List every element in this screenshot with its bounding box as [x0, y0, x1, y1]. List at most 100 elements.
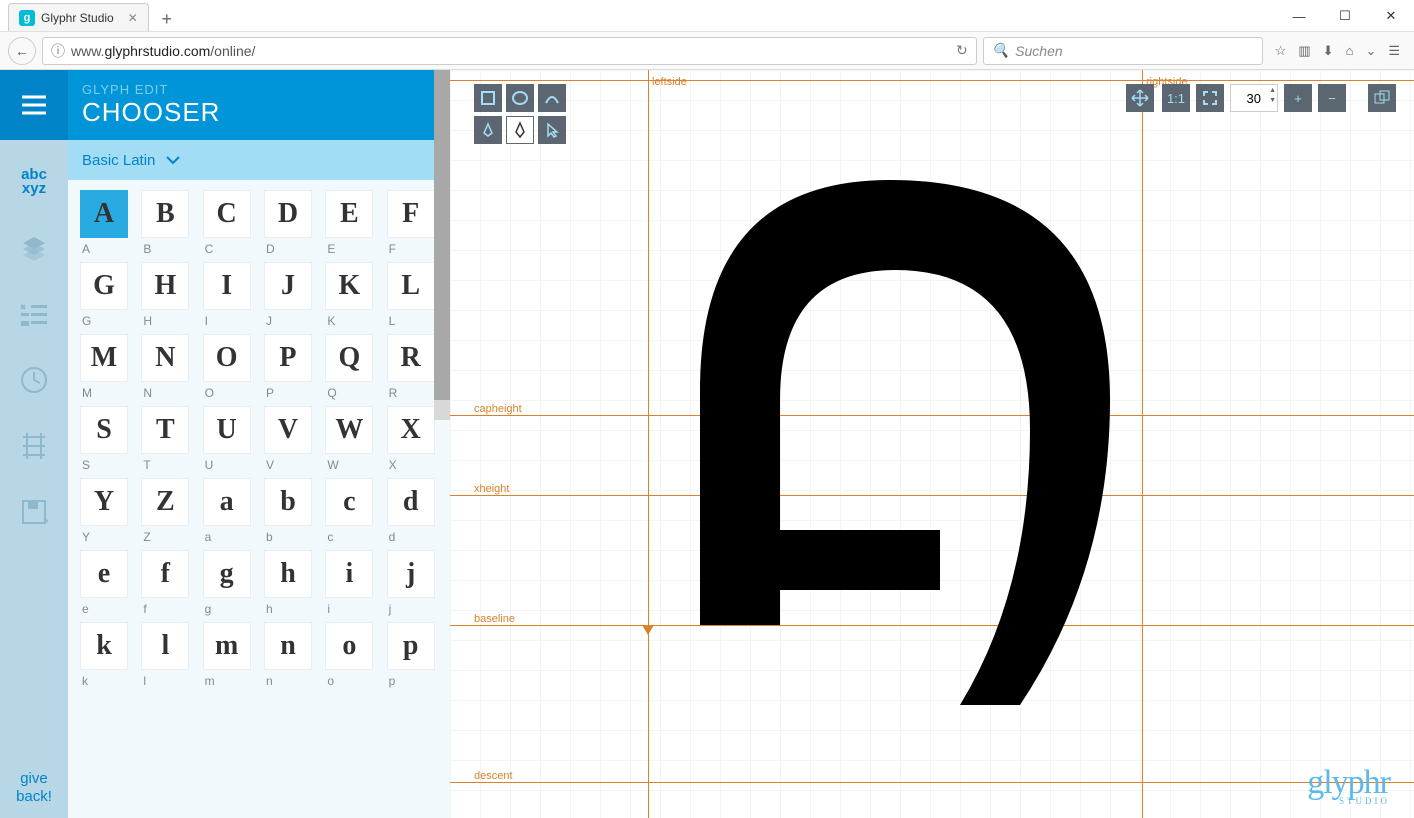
glyph-cell: cc [325, 478, 376, 544]
glyph-tile-Q[interactable]: Q [325, 334, 373, 382]
guide-descent[interactable] [450, 782, 1414, 783]
glyph-tile-J[interactable]: J [264, 262, 312, 310]
tool-path[interactable] [538, 84, 566, 112]
browser-tab[interactable]: g Glyphr Studio ✕ [8, 3, 149, 31]
tool-pen[interactable] [506, 116, 534, 144]
glyph-tile-f[interactable]: f [141, 550, 189, 598]
give-back-link[interactable]: giveback! [16, 770, 52, 806]
downloads-icon[interactable]: ⬇ [1323, 43, 1334, 59]
rail-history[interactable] [10, 356, 58, 404]
glyph-tile-D[interactable]: D [264, 190, 312, 238]
tool-rect[interactable] [474, 84, 502, 112]
glyph-label: C [203, 242, 214, 256]
glyph-tile-m[interactable]: m [203, 622, 251, 670]
glyph-label: D [264, 242, 275, 256]
close-window-button[interactable]: ✕ [1368, 1, 1414, 31]
glyph-tile-g[interactable]: g [203, 550, 251, 598]
glyph-tile-j[interactable]: j [387, 550, 435, 598]
hamburger-button[interactable] [0, 70, 68, 140]
glyph-tile-a[interactable]: a [203, 478, 251, 526]
chooser-scrollbar[interactable] [434, 70, 450, 420]
glyph-tile-A[interactable]: A [80, 190, 128, 238]
glyph-label: X [387, 458, 397, 472]
glyph-tile-Z[interactable]: Z [141, 478, 189, 526]
glyph-tile-c[interactable]: c [325, 478, 373, 526]
glyph-tile-T[interactable]: T [141, 406, 189, 454]
glyph-tile-K[interactable]: K [325, 262, 373, 310]
zoom-out-button[interactable]: − [1318, 84, 1346, 112]
glyph-tile-V[interactable]: V [264, 406, 312, 454]
glyph-tile-M[interactable]: M [80, 334, 128, 382]
glyph-tile-b[interactable]: b [264, 478, 312, 526]
glyph-tile-o[interactable]: o [325, 622, 373, 670]
glyph-tile-S[interactable]: S [80, 406, 128, 454]
glyph-tile-E[interactable]: E [325, 190, 373, 238]
glyph-tile-h[interactable]: h [264, 550, 312, 598]
glyph-tile-I[interactable]: I [203, 262, 251, 310]
guide-leftside[interactable] [648, 70, 649, 818]
glyph-tile-e[interactable]: e [80, 550, 128, 598]
zoom-spinner[interactable]: ▲▼ [1269, 86, 1276, 106]
glyph-shape[interactable] [670, 170, 1140, 720]
reload-icon[interactable]: ↻ [956, 42, 968, 59]
zoom-1to1-button[interactable]: 1:1 [1162, 84, 1190, 112]
glyph-tile-N[interactable]: N [141, 334, 189, 382]
glyph-tile-l[interactable]: l [141, 622, 189, 670]
dual-screen-button[interactable] [1368, 84, 1396, 112]
glyph-tile-H[interactable]: H [141, 262, 189, 310]
search-bar[interactable]: 🔍 Suchen [983, 37, 1263, 65]
rail-save[interactable] [10, 488, 58, 536]
tool-pointer[interactable] [538, 116, 566, 144]
tool-pen-add[interactable] [474, 116, 502, 144]
glyph-tile-F[interactable]: F [387, 190, 435, 238]
glyph-tile-p[interactable]: p [387, 622, 435, 670]
pocket-icon[interactable]: ⌄ [1365, 43, 1376, 59]
glyph-tile-B[interactable]: B [141, 190, 189, 238]
glyph-tile-L[interactable]: L [387, 262, 435, 310]
glyph-tile-Y[interactable]: Y [80, 478, 128, 526]
glyph-tile-U[interactable]: U [203, 406, 251, 454]
glyph-label: I [203, 314, 208, 328]
glyph-tile-d[interactable]: d [387, 478, 435, 526]
zoom-fit-button[interactable] [1196, 84, 1224, 112]
glyph-tile-k[interactable]: k [80, 622, 128, 670]
pan-tool[interactable] [1126, 84, 1154, 112]
bookmark-icon[interactable]: ☆ [1275, 43, 1287, 59]
glyph-tile-X[interactable]: X [387, 406, 435, 454]
home-icon[interactable]: ⌂ [1346, 43, 1354, 59]
rail-guides[interactable] [10, 422, 58, 470]
glyph-tile-O[interactable]: O [203, 334, 251, 382]
back-button[interactable]: ← [8, 37, 36, 65]
url-bar[interactable]: ⓘ www.glyphrstudio.com/online/ ↻ [42, 37, 977, 65]
glyph-tile-n[interactable]: n [264, 622, 312, 670]
range-selector[interactable]: Basic Latin [68, 140, 450, 180]
library-icon[interactable]: ▥ [1298, 43, 1310, 59]
edit-canvas[interactable]: leftside rightside capheight xheight bas… [450, 70, 1414, 818]
rail-attributes[interactable] [10, 290, 58, 338]
glyph-tile-i[interactable]: i [325, 550, 373, 598]
glyph-tile-C[interactable]: C [203, 190, 251, 238]
glyph-tile-R[interactable]: R [387, 334, 435, 382]
info-icon[interactable]: ⓘ [51, 41, 65, 61]
tab-title: Glyphr Studio [41, 11, 114, 25]
glyph-cell: II [203, 262, 254, 328]
rail-glyphs[interactable]: abcxyz [10, 158, 58, 206]
tool-oval[interactable] [506, 84, 534, 112]
minimize-button[interactable]: — [1276, 1, 1322, 31]
guide-top[interactable] [450, 80, 1414, 81]
close-tab-icon[interactable]: ✕ [128, 11, 138, 25]
glyph-cell: PP [264, 334, 315, 400]
zoom-in-button[interactable]: + [1284, 84, 1312, 112]
maximize-button[interactable]: ☐ [1322, 1, 1368, 31]
glyph-tile-G[interactable]: G [80, 262, 128, 310]
glyph-label: d [387, 530, 396, 544]
glyph-cell: WW [325, 406, 376, 472]
glyph-tile-W[interactable]: W [325, 406, 373, 454]
rail-layers[interactable] [10, 224, 58, 272]
guide-rightside[interactable] [1142, 70, 1143, 818]
glyph-tile-P[interactable]: P [264, 334, 312, 382]
menu-icon[interactable]: ☰ [1388, 43, 1400, 59]
scrollbar-thumb[interactable] [434, 70, 450, 400]
glyph-label: T [141, 458, 150, 472]
new-tab-button[interactable]: + [155, 7, 179, 31]
